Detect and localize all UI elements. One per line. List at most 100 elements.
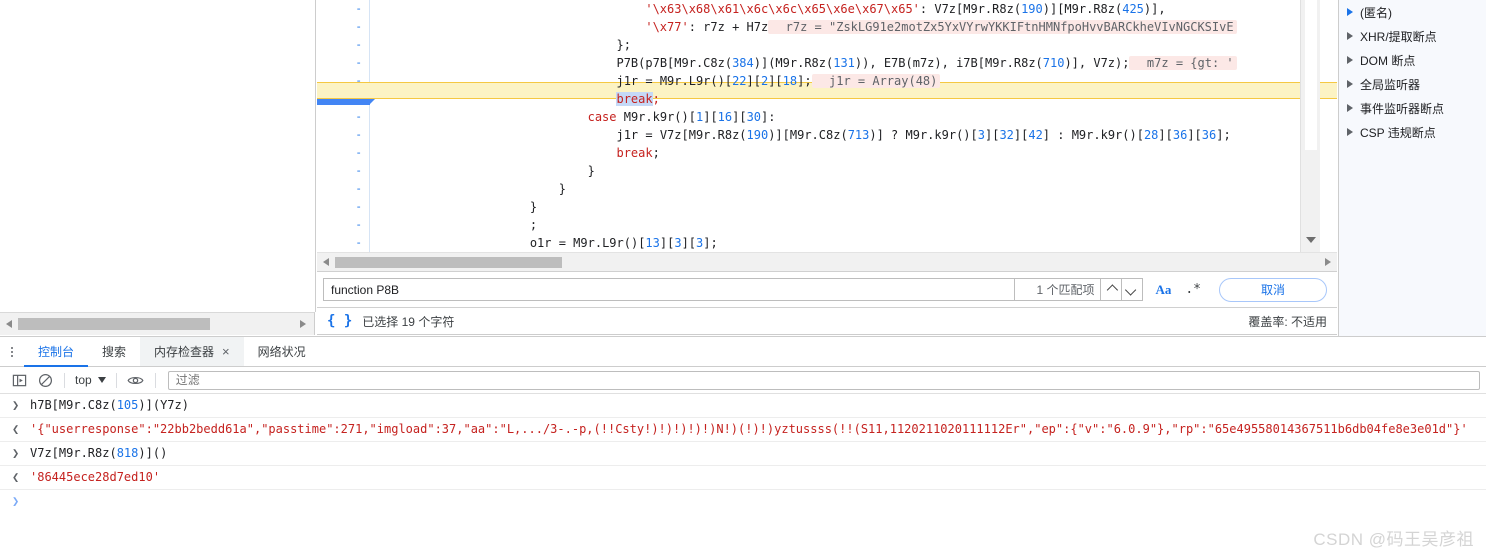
console-toolbar: top: [0, 367, 1486, 394]
chevron-right-icon[interactable]: [1347, 56, 1353, 64]
code-token: )], V7z);: [1064, 56, 1130, 70]
code-line[interactable]: o1r = M9r.L9r()[13][3][3];: [530, 234, 718, 252]
line-number[interactable]: -: [317, 198, 362, 216]
console-filter-input[interactable]: [173, 372, 1474, 388]
line-number[interactable]: -: [317, 18, 362, 36]
close-icon[interactable]: ×: [222, 344, 230, 359]
editor-scroll-left-arrow-icon[interactable]: [323, 258, 329, 266]
code-token: ][: [659, 236, 675, 250]
find-bar: 1 个匹配项 Aa .* 取消: [317, 271, 1337, 308]
code-line[interactable]: case M9r.k9r()[1][16][30]:: [588, 108, 776, 126]
line-number[interactable]: -: [317, 0, 362, 18]
tab-0[interactable]: 控制台: [24, 337, 89, 367]
line-number-gutter[interactable]: ----------------: [317, 0, 378, 252]
tab-2[interactable]: 内存检查器 ×: [140, 337, 244, 366]
match-case-toggle[interactable]: Aa: [1155, 282, 1171, 298]
chevron-right-icon[interactable]: [1347, 80, 1353, 88]
code-token: 3: [674, 236, 682, 250]
sidebar-item-4[interactable]: 事件监听器断点: [1339, 96, 1486, 120]
line-number[interactable]: -: [317, 54, 362, 72]
code-line[interactable]: ;: [530, 216, 537, 234]
sidebar-item-3[interactable]: 全局监听器: [1339, 72, 1486, 96]
code-token: ];: [703, 236, 718, 250]
execution-context-label: top: [75, 373, 92, 387]
code-line[interactable]: break;: [616, 90, 660, 108]
console-filter-wrapper[interactable]: [167, 370, 1480, 390]
sidebar-item-2[interactable]: DOM 断点: [1339, 48, 1486, 72]
sidebar-item-0[interactable]: (匿名): [1339, 0, 1486, 24]
regex-toggle[interactable]: .*: [1185, 282, 1201, 297]
code-surface[interactable]: '\x63\x68\x61\x6c\x6c\x65\x6e\x67\x65': …: [371, 0, 1337, 252]
left-pane-hscrollbar[interactable]: [0, 312, 315, 335]
line-number[interactable]: -: [317, 144, 362, 162]
code-token: }: [529, 200, 538, 214]
code-line[interactable]: }: [530, 198, 537, 216]
more-options-icon[interactable]: [0, 337, 24, 366]
sidebar-item-1[interactable]: XHR/提取断点: [1339, 24, 1486, 48]
code-token: 36: [1201, 128, 1217, 142]
code-line[interactable]: j1r = M9r.L9r()[22][2][18]; j1r = Array(…: [616, 72, 941, 90]
chevron-right-icon[interactable]: [1347, 104, 1353, 112]
code-token: };: [616, 38, 631, 52]
code-line[interactable]: break;: [616, 144, 659, 162]
execution-context-selector[interactable]: top: [71, 373, 110, 387]
sidebar-item-5[interactable]: CSP 违规断点: [1339, 120, 1486, 144]
line-number[interactable]: -: [317, 36, 362, 54]
find-previous-button[interactable]: [1101, 278, 1123, 301]
chevron-right-icon[interactable]: [1347, 128, 1353, 136]
code-token: j1r = M9r.L9r()[: [616, 74, 733, 88]
tab-1[interactable]: 搜索: [88, 337, 140, 366]
editor-vscroll-thumb[interactable]: [1305, 0, 1317, 150]
code-token: ][: [1187, 128, 1202, 142]
editor-scroll-right-arrow-icon[interactable]: [1325, 258, 1331, 266]
find-input-wrapper[interactable]: [323, 278, 1016, 301]
line-number[interactable]: -: [317, 108, 362, 126]
code-token: 13: [645, 236, 660, 250]
code-token: case: [587, 110, 617, 124]
line-number[interactable]: -: [317, 180, 362, 198]
scroll-down-arrow-icon[interactable]: [1306, 237, 1316, 243]
sidebar-item-label: 全局监听器: [1360, 77, 1421, 92]
scroll-right-arrow-icon[interactable]: [300, 320, 306, 328]
line-number[interactable]: -: [317, 234, 362, 252]
code-line[interactable]: }: [559, 180, 566, 198]
cancel-button[interactable]: 取消: [1219, 277, 1327, 302]
code-line[interactable]: }: [588, 162, 595, 180]
code-line[interactable]: P7B(p7B[M9r.C8z(384)](M9r.R8z(131)), E7B…: [616, 54, 1237, 72]
code-token: }: [587, 164, 595, 178]
editor-hscroll-thumb[interactable]: [335, 257, 562, 268]
scroll-left-arrow-icon[interactable]: [6, 320, 12, 328]
code-line[interactable]: j1r = V7z[M9r.R8z(190)][M9r.C8z(713)] ? …: [616, 126, 1230, 144]
code-line[interactable]: };: [616, 36, 630, 54]
find-next-button[interactable]: [1122, 278, 1144, 301]
left-pane-scroll-thumb[interactable]: [18, 318, 210, 330]
console-row-prompt[interactable]: ❯: [0, 490, 1486, 514]
live-expression-icon[interactable]: [123, 367, 149, 393]
chevron-right-icon[interactable]: [1347, 32, 1353, 40]
line-number[interactable]: -: [317, 216, 362, 234]
find-match-count: 1 个匹配项: [1015, 278, 1102, 301]
line-number[interactable]: -: [317, 126, 362, 144]
chevron-right-expanded-icon[interactable]: [1347, 8, 1353, 16]
line-number[interactable]: -: [317, 162, 362, 180]
console-row-input: ❯ V7z[M9r.R8z(818)](): [0, 442, 1486, 466]
tab-label: 控制台: [38, 345, 75, 359]
find-input[interactable]: [329, 279, 1010, 300]
editor-horizontal-scrollbar[interactable]: [317, 252, 1337, 271]
pretty-print-icon[interactable]: { }: [327, 313, 352, 329]
code-token: )][M9r.R8z(: [1042, 2, 1123, 16]
code-token: ][: [1158, 128, 1173, 142]
code-line[interactable]: '\x63\x68\x61\x6c\x6c\x65\x6e\x67\x65': …: [645, 0, 1165, 18]
code-token: ][: [732, 110, 747, 124]
left-file-pane: [0, 0, 316, 312]
editor-vertical-scrollbar[interactable]: [1300, 0, 1320, 252]
code-line[interactable]: '\x77': r7z + H7z r7z = "ZskLG91e2motZx5…: [645, 18, 1237, 36]
code-token: 713: [847, 128, 870, 142]
source-code-editor[interactable]: ---------------- '\x63\x68\x61\x6c\x6c\x…: [317, 0, 1337, 252]
clear-console-icon[interactable]: [32, 367, 58, 393]
tab-3[interactable]: 网络状况: [244, 337, 320, 366]
prompt-arrow-icon: ❯: [12, 398, 20, 412]
devtools-window: ---------------- '\x63\x68\x61\x6c\x6c\x…: [0, 0, 1486, 558]
console-sidebar-icon[interactable]: [6, 367, 32, 393]
sidebar-item-label: 事件监听器断点: [1360, 101, 1445, 116]
